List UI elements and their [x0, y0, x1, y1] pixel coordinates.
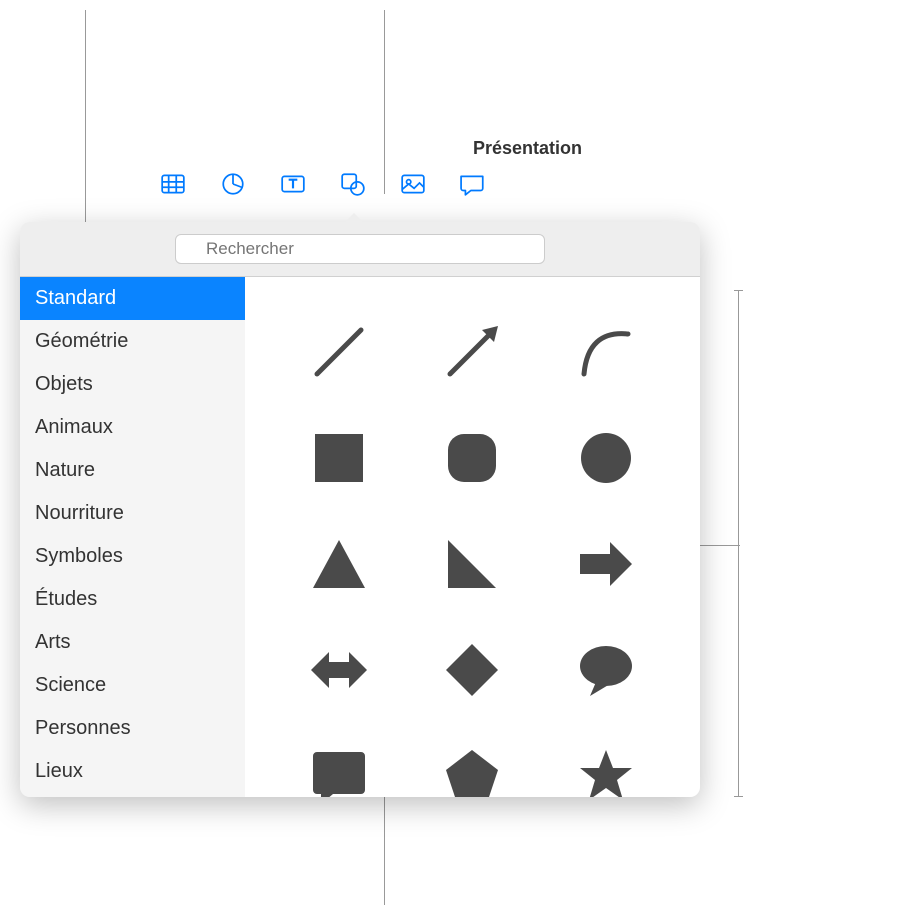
speech-bubble-shape[interactable]: [542, 620, 670, 720]
sidebar-item-objets[interactable]: Objets: [20, 363, 245, 406]
window-title: Présentation: [155, 138, 700, 159]
shape-icon[interactable]: [340, 171, 366, 197]
toolbar: Présentation: [155, 138, 700, 197]
sidebar-item-arts[interactable]: Arts: [20, 621, 245, 664]
callout-line: [384, 795, 385, 905]
right-triangle-shape[interactable]: [409, 514, 537, 614]
callout-square-shape[interactable]: [275, 726, 403, 797]
shapes-grid: [245, 277, 700, 797]
sidebar-item-personnes[interactable]: Personnes: [20, 707, 245, 750]
sidebar-item-label: Nature: [35, 459, 95, 481]
circle-shape[interactable]: [542, 408, 670, 508]
diamond-shape[interactable]: [409, 620, 537, 720]
category-sidebar[interactable]: Standard Géométrie Objets Animaux Nature…: [20, 277, 245, 797]
line-shape[interactable]: [275, 302, 403, 402]
sidebar-item-standard[interactable]: Standard: [20, 277, 245, 320]
search-input[interactable]: [175, 234, 545, 264]
square-shape[interactable]: [275, 408, 403, 508]
sidebar-item-nourriture[interactable]: Nourriture: [20, 492, 245, 535]
shapes-popover: Standard Géométrie Objets Animaux Nature…: [20, 222, 700, 797]
table-icon[interactable]: [160, 171, 186, 197]
callout-line: [738, 545, 739, 797]
sidebar-item-label: Objets: [35, 373, 93, 395]
callout-line: [734, 290, 743, 291]
callout-line: [700, 545, 740, 546]
sidebar-item-etudes[interactable]: Études: [20, 578, 245, 621]
sidebar-item-label: Nourriture: [35, 502, 124, 524]
double-arrow-shape[interactable]: [275, 620, 403, 720]
sidebar-item-label: Personnes: [35, 717, 131, 739]
triangle-shape[interactable]: [275, 514, 403, 614]
sidebar-item-science[interactable]: Science: [20, 664, 245, 707]
comment-icon[interactable]: [460, 171, 486, 197]
curve-shape[interactable]: [542, 302, 670, 402]
sidebar-item-label: Études: [35, 588, 97, 610]
search-row: [20, 222, 700, 277]
textbox-icon[interactable]: [280, 171, 306, 197]
sidebar-item-label: Symboles: [35, 545, 123, 567]
sidebar-item-label: Animaux: [35, 416, 113, 438]
callout-line: [738, 290, 739, 546]
sidebar-item-label: Standard: [35, 287, 116, 309]
popover-arrow: [344, 213, 364, 223]
sidebar-item-nature[interactable]: Nature: [20, 449, 245, 492]
star-shape[interactable]: [542, 726, 670, 797]
arrow-line-shape[interactable]: [409, 302, 537, 402]
media-icon[interactable]: [400, 171, 426, 197]
sidebar-item-label: Lieux: [35, 760, 83, 782]
arrow-right-shape[interactable]: [542, 514, 670, 614]
pentagon-shape[interactable]: [409, 726, 537, 797]
chart-icon[interactable]: [220, 171, 246, 197]
sidebar-item-lieux[interactable]: Lieux: [20, 750, 245, 793]
sidebar-item-label: Géométrie: [35, 330, 128, 352]
sidebar-item-label: Arts: [35, 631, 71, 653]
rounded-square-shape[interactable]: [409, 408, 537, 508]
sidebar-item-label: Science: [35, 674, 106, 696]
sidebar-item-symboles[interactable]: Symboles: [20, 535, 245, 578]
callout-line: [734, 796, 743, 797]
sidebar-item-geometrie[interactable]: Géométrie: [20, 320, 245, 363]
sidebar-item-animaux[interactable]: Animaux: [20, 406, 245, 449]
